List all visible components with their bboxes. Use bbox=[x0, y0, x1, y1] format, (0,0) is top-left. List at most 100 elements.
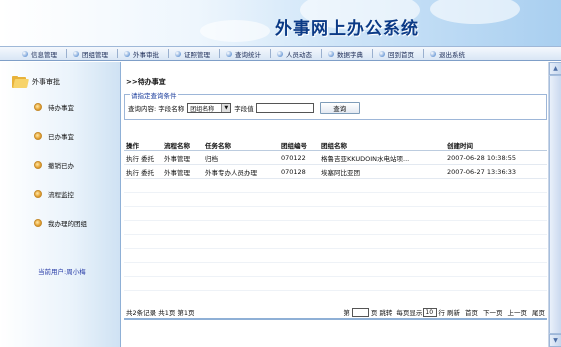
first-page-link[interactable]: 首页 bbox=[465, 307, 478, 317]
sidebar-title[interactable]: 外事审批 bbox=[12, 76, 60, 88]
nav-bullet-icon bbox=[328, 50, 334, 57]
empty-row bbox=[124, 235, 547, 249]
sidebar-item-label: 流程监控 bbox=[48, 191, 74, 199]
sidebar-item-done[interactable]: 已办事宜 bbox=[34, 131, 74, 141]
empty-row bbox=[124, 207, 547, 221]
nav-divider bbox=[117, 49, 118, 58]
table-row[interactable]: 执行 委托 外事管理 归档 070122 格鲁吉亚KKUDOIN水电站项... … bbox=[124, 151, 547, 165]
sidebar-item-pending[interactable]: 待办事宜 bbox=[34, 102, 74, 112]
nav-item-label: 查询统计 bbox=[235, 50, 261, 59]
cell-created: 2007-06-27 13:36:33 bbox=[447, 167, 517, 176]
page-label: 第 bbox=[343, 309, 350, 317]
jump-button[interactable]: 页 跳转 bbox=[371, 307, 393, 317]
nav-divider bbox=[219, 49, 220, 58]
table-header: 操作 流程名称 任务名称 团组编号 团组名称 创建时间 bbox=[124, 139, 547, 151]
bullet-icon bbox=[34, 103, 42, 111]
refresh-button[interactable]: 行 刷新 bbox=[438, 307, 460, 317]
empty-row bbox=[124, 179, 547, 193]
bullet-icon bbox=[34, 190, 42, 198]
cell-flow: 外事管理 bbox=[164, 154, 190, 163]
header-cloud bbox=[430, 0, 520, 24]
cell-group-name: 埃塞阿比亚团 bbox=[321, 168, 360, 177]
nav-item-label: 人员动态 bbox=[286, 50, 312, 59]
bullet-icon bbox=[34, 132, 42, 140]
col-header-created: 创建时间 bbox=[447, 141, 473, 150]
bullet-icon bbox=[34, 161, 42, 169]
nav-item-label: 数据字典 bbox=[337, 50, 363, 59]
last-page-link[interactable]: 尾页 bbox=[532, 307, 545, 317]
nav-item-dictionary[interactable]: 数据字典 bbox=[328, 49, 363, 59]
app-title: 外事网上办公系统 bbox=[275, 19, 419, 39]
nav-item-home[interactable]: 回到首页 bbox=[379, 49, 414, 59]
nav-bullet-icon bbox=[226, 50, 232, 57]
field-select-value: 团组名称 bbox=[190, 105, 215, 113]
empty-row bbox=[124, 263, 547, 277]
vertical-scrollbar[interactable]: ▲ ▼ bbox=[548, 62, 561, 347]
scroll-up-icon[interactable]: ▲ bbox=[549, 62, 561, 75]
nav-item-label: 团组管理 bbox=[82, 50, 108, 59]
page-size-input[interactable]: 10 bbox=[423, 307, 438, 317]
nav-item-licenses[interactable]: 证照管理 bbox=[175, 49, 210, 59]
breadcrumb: >>待办事宜 bbox=[126, 78, 166, 86]
nav-item-label: 回到首页 bbox=[388, 50, 414, 59]
cell-flow: 外事管理 bbox=[164, 168, 190, 177]
col-header-operation: 操作 bbox=[126, 141, 139, 150]
nav-item-statistics[interactable]: 查询统计 bbox=[226, 49, 261, 59]
app-header: 外事网上办公系统 bbox=[0, 0, 561, 46]
scroll-down-icon[interactable]: ▼ bbox=[549, 334, 561, 347]
field-select[interactable]: 团组名称 ▼ bbox=[187, 103, 232, 113]
table-row[interactable]: 执行 委托 外事管理 外事专办人员办理 070128 埃塞阿比亚团 2007-0… bbox=[124, 165, 547, 179]
nav-divider bbox=[270, 49, 271, 58]
page-number-input[interactable] bbox=[351, 307, 369, 317]
empty-row bbox=[124, 277, 547, 291]
cell-group-code: 070122 bbox=[281, 153, 306, 162]
sidebar-item-label: 我办理的团组 bbox=[48, 220, 87, 228]
empty-row bbox=[124, 249, 547, 263]
nav-divider bbox=[66, 49, 67, 58]
row-actions[interactable]: 执行 委托 bbox=[124, 153, 164, 163]
cell-task: 归档 bbox=[205, 154, 218, 163]
prev-page-link[interactable]: 上一页 bbox=[508, 307, 528, 317]
pager-controls: 第 页 跳转 每页显示 10 行 刷新 首页 下一页 上一页 尾页 bbox=[343, 307, 547, 317]
field-value-input[interactable] bbox=[255, 103, 314, 113]
row-actions[interactable]: 执行 委托 bbox=[124, 167, 164, 177]
header-cloud bbox=[200, 20, 270, 42]
nav-bullet-icon bbox=[379, 50, 385, 57]
query-panel: 请指定查询条件 查询内容: 字段名称 团组名称 ▼ 字段值 查询 bbox=[124, 90, 547, 120]
cell-created: 2007-06-28 10:38:55 bbox=[447, 153, 517, 162]
task-table: 操作 流程名称 任务名称 团组编号 团组名称 创建时间 执行 委托 外事管理 归… bbox=[124, 139, 547, 291]
nav-bullet-icon bbox=[430, 50, 436, 57]
nav-bullet-icon bbox=[175, 50, 181, 57]
next-page-link[interactable]: 下一页 bbox=[483, 307, 503, 317]
nav-bullet-icon bbox=[124, 50, 130, 57]
nav-bullet-icon bbox=[73, 50, 79, 57]
nav-item-label: 退出系统 bbox=[439, 50, 465, 59]
nav-item-personnel[interactable]: 人员动态 bbox=[277, 49, 312, 59]
col-header-flow: 流程名称 bbox=[164, 141, 190, 150]
folder-icon bbox=[12, 76, 29, 88]
sidebar-item-revoke[interactable]: 撤销已办 bbox=[34, 160, 74, 170]
nav-item-approval[interactable]: 外事审批 bbox=[124, 49, 159, 59]
nav-item-logout[interactable]: 退出系统 bbox=[430, 49, 465, 59]
scrollbar-thumb[interactable] bbox=[549, 75, 561, 334]
cell-group-name: 格鲁吉亚KKUDOIN水电站项... bbox=[321, 154, 410, 163]
query-value-label: 字段值 bbox=[234, 105, 254, 113]
query-button[interactable]: 查询 bbox=[319, 102, 360, 114]
chevron-down-icon[interactable]: ▼ bbox=[221, 104, 231, 112]
sidebar-item-my-groups[interactable]: 我办理的团组 bbox=[34, 218, 87, 228]
sidebar-item-monitor[interactable]: 流程监控 bbox=[34, 189, 74, 199]
sidebar-item-label: 撤销已办 bbox=[48, 162, 74, 170]
col-header-task: 任务名称 bbox=[205, 141, 231, 150]
record-summary: 共2条记录 共1页 第1页 bbox=[126, 309, 195, 317]
nav-item-info[interactable]: 信息管理 bbox=[22, 49, 57, 59]
main-nav: 信息管理 团组管理 外事审批 证照管理 查询统计 人员动态 数据字典 回到首页 … bbox=[0, 46, 561, 61]
main-content: >>待办事宜 请指定查询条件 查询内容: 字段名称 团组名称 ▼ 字段值 查询 … bbox=[121, 62, 548, 347]
col-header-group-name: 团组名称 bbox=[321, 141, 347, 150]
empty-row bbox=[124, 221, 547, 235]
nav-item-label: 外事审批 bbox=[133, 50, 159, 59]
nav-item-groups[interactable]: 团组管理 bbox=[73, 49, 108, 59]
sidebar: 外事审批 待办事宜 已办事宜 撤销已办 流程监控 我办理的团组 当前用户:周小梅 bbox=[0, 62, 121, 347]
empty-row bbox=[124, 193, 547, 207]
query-content-label: 查询内容: 字段名称 bbox=[128, 105, 185, 113]
sidebar-title-label: 外事审批 bbox=[32, 78, 60, 86]
